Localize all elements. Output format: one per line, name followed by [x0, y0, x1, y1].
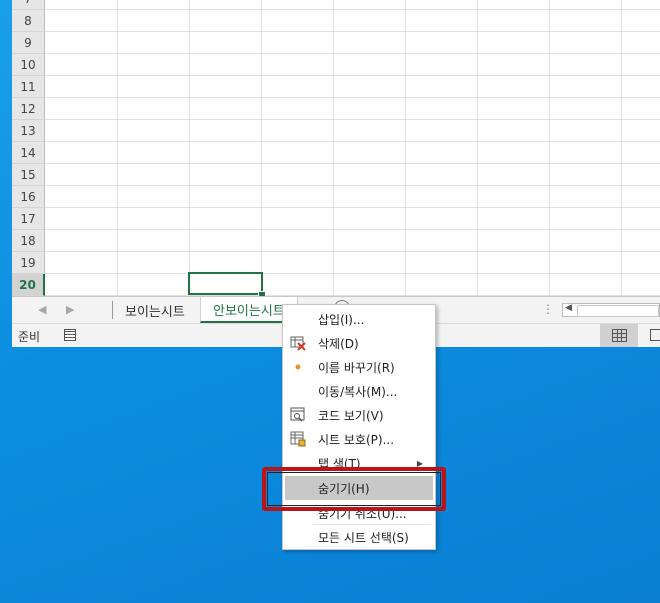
- gridline: [45, 141, 660, 142]
- row-header[interactable]: 15: [12, 164, 45, 186]
- scrollbar-thumb[interactable]: [577, 305, 659, 317]
- protect-sheet-icon: [290, 431, 306, 447]
- menu-item-protect-sheet[interactable]: 시트 보호(P)...: [285, 427, 433, 451]
- gridline: [45, 97, 660, 98]
- gridline: [45, 273, 660, 274]
- menu-item-move-copy[interactable]: 이동/복사(M)...: [285, 379, 433, 403]
- menu-item-rename[interactable]: 이름 바꾸기(R): [285, 355, 433, 379]
- row-header[interactable]: 8: [12, 10, 45, 32]
- worksheet-grid[interactable]: 7 8 9 10 11 12 13 14 15 16 17 18 19 20: [12, 0, 660, 299]
- grid-view-icon: [611, 329, 627, 342]
- menu-item-delete[interactable]: 삭제(D): [285, 331, 433, 355]
- delete-sheet-icon: [290, 336, 306, 351]
- row-header[interactable]: 19: [12, 252, 45, 274]
- menu-item-insert[interactable]: 삽입(I)...: [285, 307, 433, 331]
- rename-bullet-icon: [295, 364, 301, 370]
- gridline: [45, 9, 660, 10]
- gridline: [549, 0, 550, 296]
- gridline: [45, 251, 660, 252]
- page-layout-view-icon[interactable]: [650, 329, 660, 341]
- highlight-annotation-inner: [267, 472, 441, 506]
- sheet-context-menu: 삽입(I)... 삭제(D) 이름 바꾸기(R) 이동/복사(M)... 코드 …: [282, 304, 436, 550]
- row-header[interactable]: 7: [12, 0, 45, 10]
- row-header[interactable]: 16: [12, 186, 45, 208]
- view-code-icon: [290, 407, 305, 422]
- normal-view-button[interactable]: [600, 324, 638, 347]
- gridline: [45, 53, 660, 54]
- gridline: [45, 119, 660, 120]
- scroll-left-arrow-icon[interactable]: ◀: [565, 303, 572, 313]
- menu-item-label: 이동/복사(M)...: [318, 384, 398, 399]
- gridline: [189, 0, 190, 296]
- tab-scroll-right-icon[interactable]: ▶: [66, 303, 74, 316]
- menu-item-label: 시트 보호(P)...: [318, 432, 395, 447]
- gridline: [45, 163, 660, 164]
- menu-item-label: 코드 보기(V): [318, 408, 384, 423]
- gridline: [45, 185, 660, 186]
- row-header-selected[interactable]: 20: [12, 274, 45, 296]
- menu-item-view-code[interactable]: 코드 보기(V): [285, 403, 433, 427]
- sheet-tab-visible[interactable]: 보이는시트: [113, 297, 197, 323]
- gridline: [45, 75, 660, 76]
- menu-item-label: 이름 바꾸기(R): [318, 360, 395, 375]
- gridline: [45, 229, 660, 230]
- gridline: [333, 0, 334, 296]
- gridline: [261, 0, 262, 296]
- gridline: [477, 0, 478, 296]
- gridline: [45, 31, 660, 32]
- menu-item-select-all-sheets[interactable]: 모든 시트 선택(S): [285, 525, 433, 549]
- gridline: [405, 0, 406, 296]
- menu-item-label: 삽입(I)...: [318, 312, 365, 327]
- row-header[interactable]: 10: [12, 54, 45, 76]
- highlight-annotation-box: [262, 467, 446, 511]
- status-ready-label: 준비: [18, 330, 41, 344]
- row-header[interactable]: 11: [12, 76, 45, 98]
- row-header[interactable]: 14: [12, 142, 45, 164]
- accessibility-icon[interactable]: [64, 329, 76, 341]
- row-header[interactable]: 17: [12, 208, 45, 230]
- menu-item-label: 삭제(D): [318, 336, 359, 351]
- row-header[interactable]: 12: [12, 98, 45, 120]
- excel-window: 7 8 9 10 11 12 13 14 15 16 17 18 19 20: [12, 0, 660, 347]
- horizontal-scrollbar[interactable]: ◀: [562, 303, 660, 317]
- row-header[interactable]: 13: [12, 120, 45, 142]
- gridline: [117, 0, 118, 296]
- gridline: [621, 0, 622, 296]
- more-options-icon[interactable]: ⋮: [542, 302, 554, 316]
- row-header[interactable]: 18: [12, 230, 45, 252]
- row-header[interactable]: 9: [12, 32, 45, 54]
- menu-item-label: 모든 시트 선택(S): [318, 530, 409, 545]
- selected-cell[interactable]: [188, 272, 263, 295]
- gridline: [45, 207, 660, 208]
- tab-scroll-left-icon[interactable]: ◀: [38, 303, 46, 316]
